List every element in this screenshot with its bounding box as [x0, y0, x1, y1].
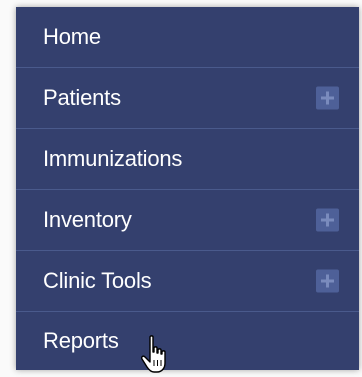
expand-plus-icon[interactable] — [316, 269, 339, 293]
menu-item-immunizations[interactable]: Immunizations — [16, 129, 359, 190]
menu-item-inventory[interactable]: Inventory — [16, 190, 359, 251]
menu-item-label: Immunizations — [43, 146, 183, 171]
menu-item-label: Patients — [43, 85, 121, 110]
menu-item-patients[interactable]: Patients — [16, 68, 359, 129]
menu-item-label: Home — [43, 24, 101, 49]
page-background: Home Patients Immunizations Inventory Cl… — [0, 0, 362, 377]
menu-item-reports[interactable]: Reports — [16, 312, 359, 370]
menu-item-clinic-tools[interactable]: Clinic Tools — [16, 251, 359, 312]
menu-item-label: Clinic Tools — [43, 268, 152, 293]
expand-plus-icon[interactable] — [316, 208, 339, 232]
menu-item-label: Reports — [43, 328, 119, 353]
menu-item-home[interactable]: Home — [16, 7, 359, 68]
side-navigation-menu: Home Patients Immunizations Inventory Cl… — [16, 7, 359, 370]
expand-plus-icon[interactable] — [316, 86, 339, 110]
menu-item-label: Inventory — [43, 207, 132, 232]
